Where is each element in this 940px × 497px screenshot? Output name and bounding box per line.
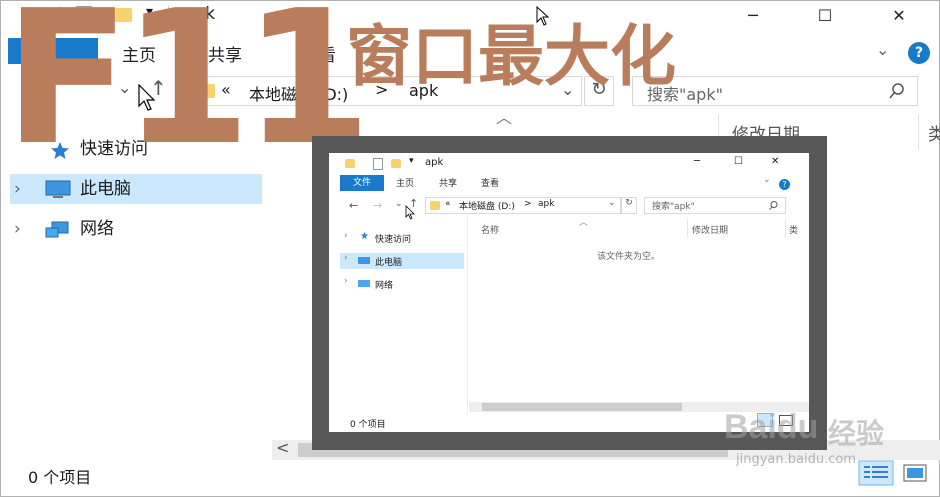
- new-folder-icon[interactable]: [391, 159, 401, 168]
- caption-overlay: 窗口最大化: [346, 18, 676, 95]
- nav-label: 网络: [375, 281, 394, 291]
- sort-indicator-icon: ︿: [579, 218, 589, 228]
- details-view-icon[interactable]: [858, 460, 894, 486]
- recent-locations-icon[interactable]: ⌄: [395, 199, 403, 209]
- sort-indicator-icon: ︿: [496, 108, 513, 127]
- maximize-button[interactable]: ☐: [734, 156, 743, 167]
- computer-icon: [358, 257, 370, 264]
- address-prefix: «: [445, 199, 451, 209]
- watermark-sub: 经验: [828, 417, 885, 450]
- refresh-icon[interactable]: ↻: [621, 197, 637, 214]
- help-icon[interactable]: ?: [779, 179, 790, 190]
- folder-icon: [430, 201, 440, 210]
- expand-chevron-icon[interactable]: ›: [14, 214, 21, 244]
- search-icon[interactable]: [889, 83, 905, 99]
- column-divider: [785, 219, 786, 237]
- properties-icon[interactable]: [373, 158, 383, 170]
- column-header-type[interactable]: 类: [789, 223, 798, 236]
- folder-icon: [345, 159, 355, 168]
- nav-quick-access[interactable]: › ★ 快速访问: [340, 231, 464, 247]
- status-item-count: 0 个项目: [350, 420, 386, 430]
- address-dropdown-icon[interactable]: ⌄: [608, 198, 616, 208]
- search-box[interactable]: 搜索"apk": [644, 197, 786, 214]
- minimize-button[interactable]: ─: [730, 0, 776, 32]
- column-header-type[interactable]: 类: [928, 120, 940, 145]
- nav-label: 此电脑: [375, 258, 403, 268]
- nav-this-pc[interactable]: › 此电脑: [340, 253, 464, 269]
- status-item-count: 0 个项目: [28, 468, 92, 487]
- window-title: apk: [425, 157, 444, 168]
- minimize-button[interactable]: ─: [694, 156, 700, 167]
- address-bar[interactable]: « 本地磁盘 (D:) > apk ⌄: [425, 197, 621, 214]
- mouse-cursor-icon: [405, 205, 415, 220]
- column-header-name[interactable]: 名称: [481, 223, 499, 236]
- nav-label: 快速访问: [375, 235, 412, 245]
- star-icon: ★: [360, 231, 369, 242]
- nav-network[interactable]: › 网络: [10, 214, 262, 244]
- scrollbar-thumb[interactable]: [482, 403, 682, 411]
- maximize-button[interactable]: ☐: [802, 0, 848, 32]
- pane-divider: [467, 215, 468, 415]
- network-icon: [358, 280, 370, 287]
- forward-arrow-icon[interactable]: →: [373, 199, 382, 212]
- scroll-left-icon[interactable]: <: [276, 438, 289, 457]
- mouse-cursor-icon: [138, 84, 156, 111]
- tab-view[interactable]: 查看: [481, 176, 499, 189]
- help-icon[interactable]: ?: [908, 42, 930, 64]
- tab-home[interactable]: 主页: [396, 176, 414, 189]
- expand-chevron-icon[interactable]: ›: [344, 231, 348, 241]
- close-button[interactable]: ✕: [771, 156, 779, 167]
- column-header-modified[interactable]: 修改日期: [692, 223, 728, 236]
- column-divider: [918, 114, 919, 150]
- address-drive[interactable]: 本地磁盘 (D:): [459, 199, 515, 212]
- tab-file[interactable]: 文件: [340, 175, 384, 191]
- close-button[interactable]: ✕: [876, 0, 922, 32]
- watermark-url: jingyan.baidu.com: [736, 452, 856, 467]
- address-folder[interactable]: apk: [538, 199, 554, 209]
- back-arrow-icon[interactable]: ←: [349, 199, 358, 212]
- search-input[interactable]: 搜索"apk": [652, 199, 695, 212]
- watermark-brand: Baidu: [724, 408, 819, 446]
- chevron-down-icon[interactable]: ⌄: [876, 40, 889, 59]
- chevron-down-icon[interactable]: ⌄: [763, 175, 771, 185]
- tab-share[interactable]: 共享: [439, 176, 457, 189]
- address-separator: >: [524, 199, 532, 209]
- nav-label: 网络: [80, 219, 114, 239]
- inner-explorer-window: ▾ apk ─ ☐ ✕ 文件 主页 共享 查看 ⌄ ? ← → ⌄ ↑ « 本地…: [329, 153, 809, 432]
- empty-folder-message: 该文件夹为空。: [597, 252, 661, 262]
- f11-key-overlay: F11: [4, 0, 372, 186]
- network-icon: [45, 221, 69, 238]
- large-icons-view-icon[interactable]: [902, 462, 928, 484]
- column-divider: [687, 219, 688, 237]
- search-icon[interactable]: [769, 201, 778, 210]
- expand-chevron-icon[interactable]: ›: [344, 276, 348, 286]
- nav-network[interactable]: › 网络: [340, 276, 464, 292]
- expand-chevron-icon[interactable]: ›: [344, 253, 348, 263]
- quick-access-dropdown-icon[interactable]: ▾: [409, 156, 414, 166]
